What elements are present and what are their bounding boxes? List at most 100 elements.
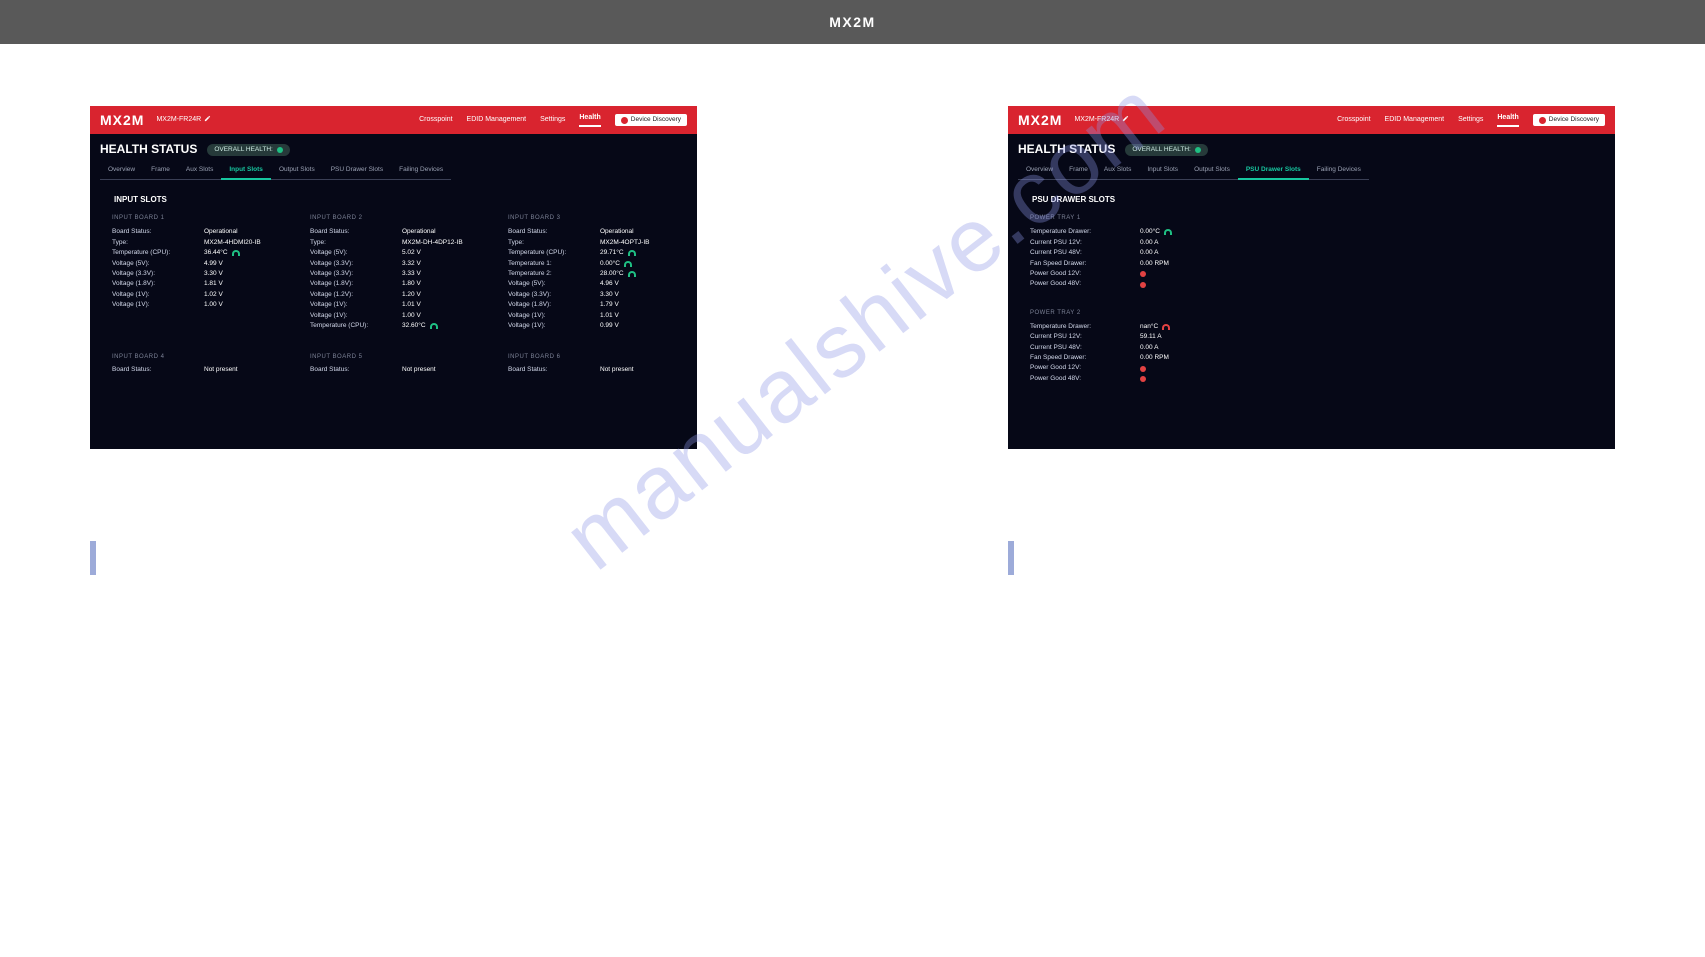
kv-key: Voltage (5V): xyxy=(508,280,600,288)
tray-head: POWER TRAY 1 xyxy=(1030,211,1593,227)
board-head: INPUT BOARD 4 xyxy=(112,350,292,366)
kv-key: Voltage (1V): xyxy=(508,312,600,320)
kv-row: Voltage (1V): 0.99 V xyxy=(508,321,688,331)
kv-key: Board Status: xyxy=(310,366,402,374)
kv-val: 0.99 V xyxy=(600,322,619,330)
kv-key: Board Status: xyxy=(508,366,600,374)
gauge-ok-icon xyxy=(628,250,636,256)
kv-key: Voltage (1V): xyxy=(310,312,402,320)
device-name[interactable]: MX2M-FR24R xyxy=(1074,115,1129,125)
kv-row: Voltage (1.2V): 1.20 V xyxy=(310,290,490,300)
kv-key: Voltage (1.2V): xyxy=(310,291,402,299)
panel-logo: MX2M xyxy=(100,111,144,129)
panel-nav: Crosspoint EDID Management Settings Heal… xyxy=(419,113,687,127)
kv-row: Voltage (1V): 1.00 V xyxy=(310,311,490,321)
kv-row: Voltage (1.8V): 1.79 V xyxy=(508,300,688,310)
sub-header: HEALTH STATUS OVERALL HEALTH: xyxy=(90,134,697,162)
kv-row: Voltage (1V): 1.01 V xyxy=(310,300,490,310)
device-discovery-button[interactable]: Device Discovery xyxy=(615,114,687,126)
nav-edid[interactable]: EDID Management xyxy=(1385,115,1445,124)
kv-val: 1.81 V xyxy=(204,280,223,288)
caption-right xyxy=(1008,541,1615,575)
kv-row: Voltage (3.3V): 3.32 V xyxy=(310,259,490,269)
nav-health[interactable]: Health xyxy=(579,113,600,127)
edit-icon[interactable] xyxy=(1122,115,1129,125)
kv-row: Board Status: Not present xyxy=(112,365,292,375)
panel-logo: MX2M xyxy=(1018,111,1062,129)
kv-key: Power Good 48V: xyxy=(1030,280,1140,288)
doc-logo: MX2M xyxy=(829,14,875,30)
kv-row: Board Status: Not present xyxy=(310,365,490,375)
kv-row: Temperature 1: 0.00°C xyxy=(508,259,688,269)
kv-val: 3.30 V xyxy=(600,291,619,299)
nav-settings[interactable]: Settings xyxy=(540,115,565,124)
kv-row: Voltage (5V): 4.99 V xyxy=(112,259,292,269)
kv-row: Board Status: Not present xyxy=(508,365,688,375)
board-block: INPUT BOARD 5 Board Status: Not present xyxy=(310,350,490,376)
tab-psu-drawer[interactable]: PSU Drawer Slots xyxy=(1238,162,1309,180)
health-tabs: Overview Frame Aux Slots Input Slots Out… xyxy=(90,162,697,181)
nav-settings[interactable]: Settings xyxy=(1458,115,1483,124)
tab-aux-slots[interactable]: Aux Slots xyxy=(178,162,221,180)
kv-key: Voltage (1V): xyxy=(112,301,204,309)
tab-aux-slots[interactable]: Aux Slots xyxy=(1096,162,1139,180)
tab-frame[interactable]: Frame xyxy=(1061,162,1096,180)
kv-row: Current PSU 48V: 0.00 A xyxy=(1030,343,1593,353)
device-discovery-button[interactable]: Device Discovery xyxy=(1533,114,1605,126)
kv-val: 1.00 V xyxy=(204,301,223,309)
caption-left xyxy=(90,541,697,575)
kv-val: MX2M-4HDMI20-IB xyxy=(204,239,261,247)
panel-psu-drawer: MX2M MX2M-FR24R Crosspoint EDID Manageme… xyxy=(1008,106,1615,449)
kv-val: 1.01 V xyxy=(402,301,421,309)
overall-health-pill: OVERALL HEALTH: xyxy=(1125,144,1208,156)
kv-row: Fan Speed Drawer: 0.00 RPM xyxy=(1030,259,1593,269)
kv-key: Voltage (3.3V): xyxy=(310,260,402,268)
kv-val: Operational xyxy=(204,228,238,236)
tab-failing[interactable]: Failing Devices xyxy=(1309,162,1369,180)
tab-overview[interactable]: Overview xyxy=(1018,162,1061,180)
kv-key: Voltage (3.3V): xyxy=(112,270,204,278)
kv-key: Temperature (CPU): xyxy=(508,249,600,257)
kv-row: Type: MX2M-DH-4DP12-IB xyxy=(310,238,490,248)
led-red-icon xyxy=(1140,366,1146,372)
kv-row: Current PSU 12V: 0.00 A xyxy=(1030,238,1593,248)
kv-val: Not present xyxy=(204,366,238,374)
edit-icon[interactable] xyxy=(204,115,211,125)
nav-crosspoint[interactable]: Crosspoint xyxy=(1337,115,1370,124)
kv-val: Operational xyxy=(600,228,634,236)
kv-key: Voltage (3.3V): xyxy=(310,270,402,278)
kv-val xyxy=(1140,364,1146,372)
gauge-bad-icon xyxy=(1162,324,1170,330)
kv-row: Temperature (CPU): 32.60°C xyxy=(310,321,490,331)
panel-header: MX2M MX2M-FR24R Crosspoint EDID Manageme… xyxy=(1008,106,1615,134)
tab-input-slots[interactable]: Input Slots xyxy=(1139,162,1186,180)
tab-output-slots[interactable]: Output Slots xyxy=(271,162,323,180)
kv-key: Temperature (CPU): xyxy=(112,249,204,257)
tab-input-slots[interactable]: Input Slots xyxy=(221,162,271,180)
tab-output-slots[interactable]: Output Slots xyxy=(1186,162,1238,180)
kv-key: Voltage (1V): xyxy=(112,291,204,299)
nav-crosspoint[interactable]: Crosspoint xyxy=(419,115,452,124)
kv-val xyxy=(1140,375,1146,383)
tab-overview[interactable]: Overview xyxy=(100,162,143,180)
kv-val: 1.20 V xyxy=(402,291,421,299)
kv-row: Power Good 12V: xyxy=(1030,363,1593,373)
tab-psu-drawer[interactable]: PSU Drawer Slots xyxy=(323,162,391,180)
device-name-text: MX2M-FR24R xyxy=(156,115,201,124)
device-name[interactable]: MX2M-FR24R xyxy=(156,115,211,125)
nav-health[interactable]: Health xyxy=(1497,113,1518,127)
nav-edid[interactable]: EDID Management xyxy=(467,115,527,124)
health-tabs: Overview Frame Aux Slots Input Slots Out… xyxy=(1008,162,1615,181)
tab-frame[interactable]: Frame xyxy=(143,162,178,180)
kv-row: Voltage (1.8V): 1.80 V xyxy=(310,279,490,289)
gauge-ok-icon xyxy=(430,323,438,329)
health-ok-icon xyxy=(277,147,283,153)
kv-row: Board Status: Operational xyxy=(508,227,688,237)
kv-row: Board Status: Operational xyxy=(112,227,292,237)
overall-health-label: OVERALL HEALTH: xyxy=(1132,146,1191,154)
kv-val: 5.02 V xyxy=(402,249,421,257)
kv-row: Voltage (1V): 1.01 V xyxy=(508,311,688,321)
tab-failing[interactable]: Failing Devices xyxy=(391,162,451,180)
kv-row: Voltage (1V): 1.02 V xyxy=(112,290,292,300)
kv-key: Fan Speed Drawer: xyxy=(1030,260,1140,268)
